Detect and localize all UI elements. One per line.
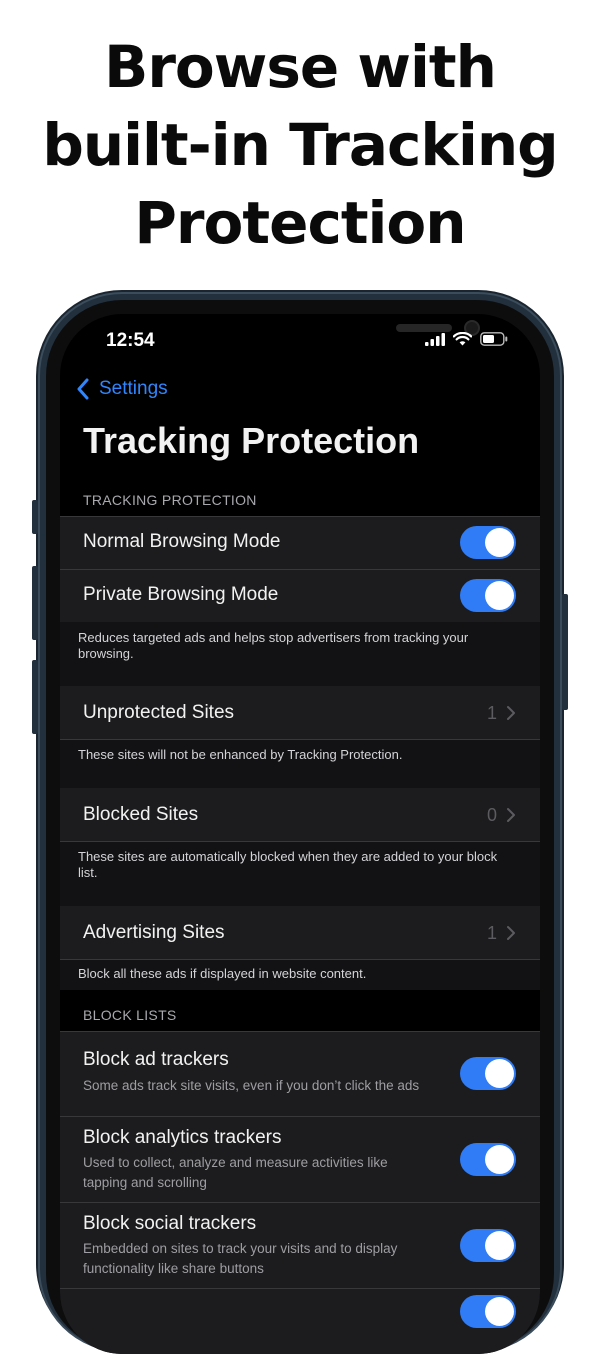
row-advertising-sites[interactable]: Advertising Sites 1 — [60, 906, 540, 960]
power-button — [562, 594, 568, 710]
section-header-block-lists: BLOCK LISTS — [83, 1007, 177, 1023]
social-trackers-toggle[interactable] — [460, 1229, 516, 1262]
advertising-count: 1 — [487, 923, 498, 943]
row-label: Block analytics trackers — [83, 1127, 282, 1148]
toggle-knob — [485, 528, 514, 557]
row-block-ad-trackers[interactable]: Block ad trackers Some ads track site vi… — [60, 1031, 540, 1116]
volume-down-button — [32, 660, 38, 734]
status-icons — [425, 332, 508, 346]
block-lists-group: Block ad trackers Some ads track site vi… — [60, 1031, 540, 1354]
toggle-knob — [485, 1145, 514, 1174]
row-label: Block ad trackers — [83, 1049, 229, 1070]
volume-up-button — [32, 566, 38, 640]
toggle-knob — [485, 1059, 514, 1088]
row-label: Blocked Sites — [83, 804, 199, 825]
headline-line-1: Browse with — [104, 33, 497, 101]
battery-icon — [480, 332, 508, 346]
back-button[interactable]: Settings — [76, 378, 168, 400]
headline-line-2: built-in Tracking — [42, 111, 558, 179]
row-subtitle: Embedded on sites to track your visits a… — [83, 1241, 398, 1276]
cellular-signal-icon — [425, 332, 445, 346]
page-title: Tracking Protection — [83, 420, 420, 461]
tracking-group: Normal Browsing Mode Private Browsing Mo… — [60, 516, 540, 623]
row-label: Normal Browsing Mode — [83, 531, 281, 552]
unprotected-footer: These sites will not be enhanced by Trac… — [78, 747, 403, 762]
notch — [184, 314, 480, 350]
advertising-footer: Block all these ads if displayed in webs… — [78, 966, 367, 981]
analytics-trackers-toggle[interactable] — [460, 1143, 516, 1176]
chevron-right-icon — [507, 808, 515, 822]
row-label: Block social trackers — [83, 1213, 257, 1234]
next-row-toggle[interactable] — [460, 1295, 516, 1328]
row-label: Unprotected Sites — [83, 702, 235, 723]
back-label: Settings — [99, 378, 168, 399]
row-label: Advertising Sites — [83, 922, 225, 943]
row-subtitle: Used to collect, analyze and measure act… — [83, 1155, 388, 1190]
section-header-tracking: TRACKING PROTECTION — [83, 492, 257, 508]
chevron-left-icon — [77, 378, 89, 400]
blocked-count: 0 — [487, 805, 498, 825]
marketing-headline: Browse with built-in Tracking Protection — [0, 28, 600, 262]
divider — [60, 1288, 540, 1289]
normal-browsing-toggle[interactable] — [460, 526, 516, 559]
row-label: Private Browsing Mode — [83, 584, 279, 605]
wifi-icon — [453, 332, 472, 346]
chevron-right-icon — [507, 706, 515, 720]
ad-trackers-toggle[interactable] — [460, 1057, 516, 1090]
phone-screen: 12:54 Settings Tracking Protection TRACK… — [60, 314, 540, 1354]
tracking-footer: Reduces targeted ads and helps stop adve… — [78, 630, 469, 661]
mute-switch — [32, 500, 38, 534]
row-unprotected-sites[interactable]: Unprotected Sites 1 — [60, 686, 540, 740]
row-subtitle: Some ads track site visits, even if you … — [83, 1078, 420, 1093]
row-private-browsing[interactable]: Private Browsing Mode — [60, 569, 540, 622]
row-normal-browsing[interactable]: Normal Browsing Mode — [60, 516, 540, 569]
toggle-knob — [485, 581, 514, 610]
private-browsing-toggle[interactable] — [460, 579, 516, 612]
status-time: 12:54 — [106, 330, 155, 351]
chevron-right-icon — [507, 926, 515, 940]
toggle-knob — [485, 1297, 514, 1326]
toggle-knob — [485, 1231, 514, 1260]
unprotected-count: 1 — [487, 703, 498, 723]
headline-line-3: Protection — [134, 189, 466, 257]
speaker — [396, 324, 452, 332]
blocked-footer: These sites are automatically blocked wh… — [78, 849, 498, 880]
row-block-social-trackers[interactable]: Block social trackers Embedded on sites … — [60, 1203, 540, 1288]
row-block-analytics-trackers[interactable]: Block analytics trackers Used to collect… — [60, 1117, 540, 1202]
row-blocked-sites[interactable]: Blocked Sites 0 — [60, 788, 540, 842]
